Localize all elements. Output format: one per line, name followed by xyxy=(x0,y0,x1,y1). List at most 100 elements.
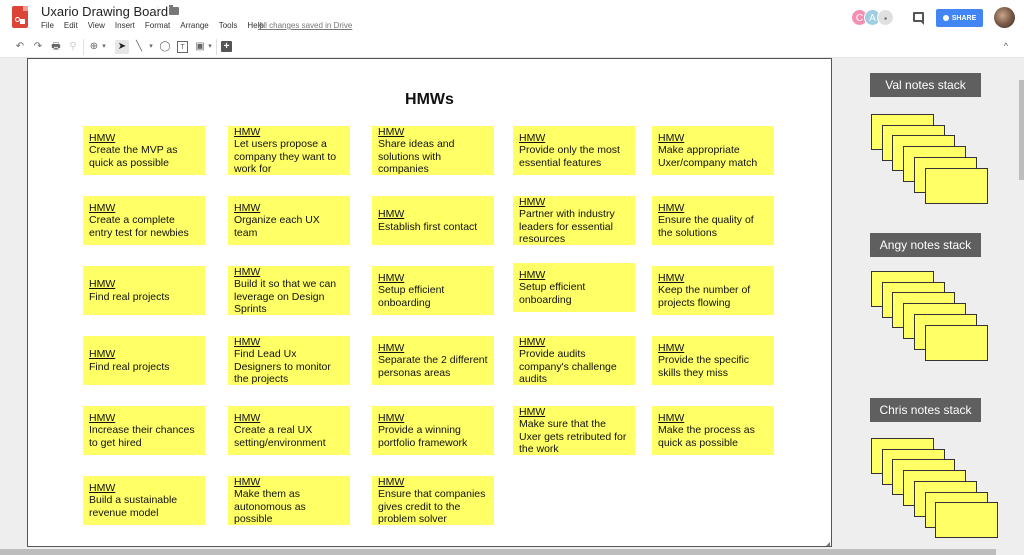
add-comment-icon[interactable]: + xyxy=(221,41,232,52)
sticky-note-heading: HMW xyxy=(89,201,116,214)
sticky-note-text: Create a real UX setting/environment xyxy=(234,424,326,449)
stack-label[interactable]: Val notes stack xyxy=(870,73,981,97)
sticky-note-text: Build it so that we can leverage on Desi… xyxy=(234,278,337,315)
sticky-note-heading: HMW xyxy=(658,411,685,424)
stack-note-card[interactable] xyxy=(924,324,988,361)
sticky-note-heading: HMW xyxy=(378,475,405,488)
line-tool-icon[interactable]: ╲ xyxy=(133,40,145,54)
sticky-note-text: Setup efficient onboarding xyxy=(519,281,586,306)
sticky-note[interactable]: HMW Find Lead Ux Designers to monitor the… xyxy=(228,336,350,385)
sticky-note[interactable]: HMW Establish first contact xyxy=(372,196,494,245)
sticky-note-text: Ensure that companies gives credit to th… xyxy=(378,488,486,525)
folder-icon[interactable] xyxy=(169,5,179,15)
toolbar-divider xyxy=(216,39,217,55)
sticky-note-text: Organize each UX team xyxy=(234,214,320,239)
sticky-note-heading: HMW xyxy=(378,271,405,284)
image-tool-icon[interactable]: ▣ xyxy=(194,40,206,54)
sticky-note[interactable]: HMW Make the process as quick as possible xyxy=(652,406,774,455)
sticky-note-heading: HMW xyxy=(658,131,685,144)
stack-label[interactable]: Angy notes stack xyxy=(870,233,981,257)
sticky-note-text: Make sure that the Uxer gets retributed … xyxy=(519,418,627,455)
share-button[interactable]: SHARE xyxy=(936,9,983,27)
menu-view[interactable]: View xyxy=(88,21,105,30)
shape-tool-icon[interactable]: ◯ xyxy=(159,40,171,54)
sticky-note-heading: HMW xyxy=(89,278,116,290)
sticky-note-text: Create the MVP as quick as possible xyxy=(89,144,178,169)
menu-bar: File Edit View Insert Format Arrange Too… xyxy=(41,21,274,30)
user-avatar[interactable] xyxy=(994,7,1015,28)
sticky-note[interactable]: HMW Build it so that we can leverage on D… xyxy=(228,266,350,315)
sticky-note[interactable]: HMW Share ideas and solutions with compan… xyxy=(372,126,494,175)
sticky-note-heading: HMW xyxy=(519,131,546,144)
drawing-canvas[interactable]: HMWs HMW Create the MVP as quick as possi… xyxy=(27,58,832,547)
sticky-note[interactable]: HMW Separate the 2 different personas are… xyxy=(372,336,494,385)
zoom-icon[interactable]: ⊕ xyxy=(88,40,100,54)
sticky-note[interactable]: HMW Create the MVP as quick as possible xyxy=(83,126,205,175)
drawings-logo-icon[interactable] xyxy=(12,6,28,28)
sticky-note[interactable]: HMW Setup efficient onboarding xyxy=(372,266,494,315)
share-label: SHARE xyxy=(951,14,977,22)
sticky-note[interactable]: HMW Partner with industry leaders for ess… xyxy=(513,196,635,245)
vertical-scrollbar[interactable] xyxy=(1019,80,1024,180)
stack-note-card[interactable] xyxy=(924,167,988,204)
sticky-note[interactable]: HMW Ensure that companies gives credit to… xyxy=(372,476,494,525)
redo-icon[interactable]: ↷ xyxy=(32,40,44,54)
sticky-note[interactable]: HMW Keep the number of projects flowing xyxy=(652,266,774,315)
line-dropdown-icon[interactable]: ▾ xyxy=(148,40,154,54)
sticky-note-text: Setup efficient onboarding xyxy=(378,284,445,309)
menu-arrange[interactable]: Arrange xyxy=(180,21,208,30)
sticky-note[interactable]: HMW Make sure that the Uxer gets retribut… xyxy=(513,406,635,455)
sticky-note-text: Provide audits company's challenge audit… xyxy=(519,348,617,385)
stack-label[interactable]: Chris notes stack xyxy=(870,398,981,422)
sticky-note-text: Make the process as quick as possible xyxy=(658,424,755,449)
collapse-toolbar-icon[interactable]: ^ xyxy=(1004,41,1008,51)
canvas-title[interactable]: HMWs xyxy=(28,91,831,109)
undo-icon[interactable]: ↶ xyxy=(14,40,26,54)
zoom-dropdown-icon[interactable]: ▾ xyxy=(101,40,107,54)
sticky-note[interactable]: HMW Find real projects xyxy=(83,336,205,385)
people-icon[interactable]: ▪ xyxy=(877,9,894,26)
sticky-note[interactable]: HMW Provide only the most essential featu… xyxy=(513,126,635,175)
toolbar: ↶ ↷ 🖶 ⚲ ⊕ ▾ ➤ ╲ ▾ ◯ T ▣ ▾ + ^ xyxy=(0,36,1024,58)
comment-icon[interactable] xyxy=(913,12,924,25)
select-tool-icon[interactable]: ➤ xyxy=(115,40,129,54)
sticky-note[interactable]: HMW Setup efficient onboarding xyxy=(513,263,635,312)
menu-edit[interactable]: Edit xyxy=(64,21,78,30)
image-dropdown-icon[interactable]: ▾ xyxy=(207,40,213,54)
sticky-note-heading: HMW xyxy=(658,271,685,284)
star-icon[interactable]: ☆ xyxy=(153,4,163,17)
menu-file[interactable]: File xyxy=(41,21,54,30)
sticky-note-heading: HMW xyxy=(378,411,405,424)
paint-format-icon[interactable]: ⚲ xyxy=(67,40,79,54)
sticky-note[interactable]: HMW Provide audits company's challenge au… xyxy=(513,336,635,385)
sticky-note[interactable]: HMW Provide a winning portfolio framework xyxy=(372,406,494,455)
canvas-resize-handle[interactable] xyxy=(826,542,830,546)
horizontal-scrollbar[interactable] xyxy=(0,549,996,555)
sticky-note[interactable]: HMW Ensure the quality of the solutions xyxy=(652,196,774,245)
sticky-note[interactable]: HMW Let users propose a company they want… xyxy=(228,126,350,175)
document-title[interactable]: Uxario Drawing Board xyxy=(41,4,168,19)
save-status-link[interactable]: All changes saved in Drive xyxy=(258,21,352,30)
stack-note-card[interactable] xyxy=(935,502,999,539)
sticky-note-text: Create a complete entry test for newbies xyxy=(89,214,189,239)
sticky-note-text: Build a sustainable revenue model xyxy=(89,494,178,519)
sticky-note[interactable]: HMW Make appropriate Uxer/company match xyxy=(652,126,774,175)
menu-format[interactable]: Format xyxy=(145,21,170,30)
sticky-note[interactable]: HMW Create a real UX setting/environment xyxy=(228,406,350,455)
sticky-note[interactable]: HMW Make them as autonomous as possible xyxy=(228,476,350,525)
sticky-note-heading: HMW xyxy=(89,348,116,360)
menu-tools[interactable]: Tools xyxy=(219,21,238,30)
sticky-note[interactable]: HMW Create a complete entry test for newb… xyxy=(83,196,205,245)
sticky-note-heading: HMW xyxy=(519,268,546,281)
sticky-note-heading: HMW xyxy=(234,475,261,488)
sticky-note[interactable]: HMW Increase their chances to get hired xyxy=(83,406,205,455)
sticky-note[interactable]: HMW Find real projects xyxy=(83,266,205,315)
sticky-note-text: Let users propose a company they want to… xyxy=(234,138,337,175)
textbox-tool-icon[interactable]: T xyxy=(177,41,188,53)
sticky-note-text: Increase their chances to get hired xyxy=(89,424,195,449)
sticky-note[interactable]: HMW Build a sustainable revenue model xyxy=(83,476,205,525)
print-icon[interactable]: 🖶 xyxy=(50,40,62,54)
sticky-note[interactable]: HMW Organize each UX team xyxy=(228,196,350,245)
sticky-note[interactable]: HMW Provide the specific skills they miss xyxy=(652,336,774,385)
menu-insert[interactable]: Insert xyxy=(115,21,135,30)
